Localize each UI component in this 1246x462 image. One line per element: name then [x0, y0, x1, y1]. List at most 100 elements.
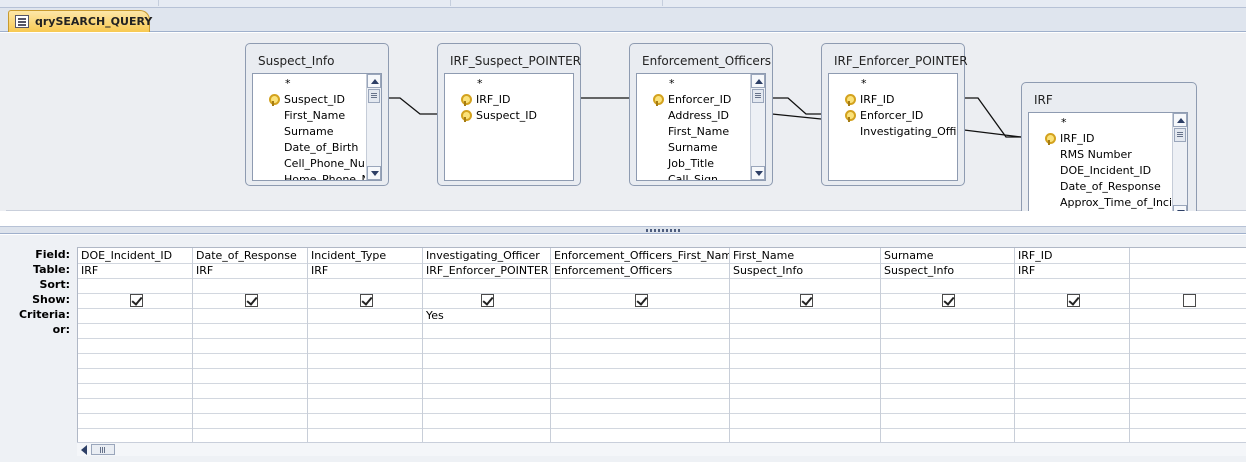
grid-cell-field[interactable]: IRF_ID — [1015, 248, 1130, 263]
grid-cell-or[interactable] — [308, 323, 423, 338]
field-item[interactable]: First_Name — [253, 108, 365, 124]
scroll-up-arrow-icon[interactable] — [751, 74, 765, 88]
field-item[interactable]: * — [445, 76, 573, 92]
field-item[interactable]: Suspect_ID — [445, 108, 573, 124]
table-diagram-pane[interactable]: Suspect_Info * Suspect_ID First_Name Surname… — [0, 33, 1246, 211]
field-list[interactable]: * IRF_ID Enforcer_ID Investigating_Offic — [828, 73, 958, 181]
pane-splitter[interactable] — [0, 226, 1246, 234]
field-item[interactable]: Approx_Time_of_Incid — [1029, 195, 1171, 211]
table-box-irf[interactable]: IRF * IRF_ID RMS Number DOE_Incident_ID Date_… — [1021, 82, 1197, 211]
field-item[interactable]: * — [253, 76, 365, 92]
grid-cell-field[interactable]: Surname — [881, 248, 1015, 263]
grid-cell-criteria[interactable] — [1130, 308, 1246, 323]
grid-cell-or[interactable] — [1015, 323, 1130, 338]
field-list[interactable]: * Enforcer_ID Address_ID First_Name Surname J… — [636, 73, 766, 181]
field-item[interactable]: Enforcer_ID — [829, 108, 957, 124]
grid-cell-or[interactable] — [423, 323, 551, 338]
show-checkbox[interactable] — [635, 294, 648, 307]
scroll-up-arrow-icon[interactable] — [367, 74, 381, 88]
grid-cell-table[interactable]: Suspect_Info — [881, 263, 1015, 278]
field-item[interactable]: Address_ID — [637, 108, 749, 124]
grid-cell-criteria[interactable] — [551, 308, 730, 323]
grid-cell-table[interactable]: IRF — [78, 263, 193, 278]
grid-cell-sort[interactable] — [730, 278, 881, 293]
grid-cell-criteria[interactable] — [193, 308, 308, 323]
field-list-scrollbar[interactable] — [750, 74, 765, 180]
field-item[interactable]: IRF_ID — [1029, 131, 1171, 147]
grid-cell-field[interactable]: Date_of_Response — [193, 248, 308, 263]
grid-cell-field[interactable]: Investigating_Officer — [423, 248, 551, 263]
table-box-irf_enforcer[interactable]: IRF_Enforcer_POINTER * IRF_ID Enforcer_ID In… — [821, 43, 968, 186]
field-item[interactable]: Home_Phone_N — [253, 172, 365, 180]
grid-cell-or[interactable] — [193, 323, 308, 338]
scroll-thumb[interactable] — [752, 89, 764, 103]
scroll-down-arrow-icon[interactable] — [1173, 205, 1187, 211]
scroll-thumb[interactable] — [368, 89, 380, 103]
field-item[interactable]: Investigating_Offic — [829, 124, 957, 140]
field-item[interactable]: Surname — [637, 140, 749, 156]
field-item[interactable]: IRF_ID — [445, 92, 573, 108]
grid-cell-criteria[interactable] — [308, 308, 423, 323]
show-checkbox[interactable] — [800, 294, 813, 307]
table-box-irf_suspect[interactable]: IRF_Suspect_POINTER * IRF_ID Suspect_ID — [437, 43, 581, 186]
show-checkbox[interactable] — [1067, 294, 1080, 307]
show-checkbox[interactable] — [942, 294, 955, 307]
grid-cell-field[interactable]: Enforcement_Officers_First_Name: — [551, 248, 730, 263]
grid-cell-field[interactable]: DOE_Incident_ID — [78, 248, 193, 263]
grid-cell-or[interactable] — [1130, 323, 1246, 338]
field-item[interactable]: Call_Sign — [637, 172, 749, 180]
field-list[interactable]: * Suspect_ID First_Name Surname Date_of_Birt… — [252, 73, 382, 181]
grid-cell-or[interactable] — [730, 323, 881, 338]
grid-cell-criteria[interactable]: Yes — [423, 308, 551, 323]
show-checkbox[interactable] — [130, 294, 143, 307]
field-item[interactable]: * — [829, 76, 957, 92]
field-item[interactable]: Cell_Phone_Nur — [253, 156, 365, 172]
scroll-thumb[interactable] — [91, 444, 115, 455]
scroll-down-arrow-icon[interactable] — [751, 166, 765, 180]
field-item[interactable]: Date_of_Response — [1029, 179, 1171, 195]
grid-cell-sort[interactable] — [881, 278, 1015, 293]
field-item[interactable]: First_Name — [637, 124, 749, 140]
table-box-officers[interactable]: Enforcement_Officers * Enforcer_ID Address_… — [629, 43, 773, 186]
field-item[interactable]: * — [1029, 115, 1171, 131]
grid-cell-or[interactable] — [78, 323, 193, 338]
scroll-down-arrow-icon[interactable] — [367, 166, 381, 180]
grid-cell-table[interactable]: IRF — [1015, 263, 1130, 278]
grid-horizontal-scrollbar[interactable] — [77, 442, 1246, 456]
grid-cell-field[interactable]: First_Name — [730, 248, 881, 263]
grid-cell-criteria[interactable] — [1015, 308, 1130, 323]
grid-cell-sort[interactable] — [193, 278, 308, 293]
field-list[interactable]: * IRF_ID Suspect_ID — [444, 73, 574, 181]
field-item[interactable]: Enforcer_ID — [637, 92, 749, 108]
field-item[interactable]: RMS Number — [1029, 147, 1171, 163]
scroll-thumb[interactable] — [1174, 128, 1186, 142]
grid-cell-sort[interactable] — [78, 278, 193, 293]
tab-qrysearch-query[interactable]: qrySEARCH_QUERY — [8, 10, 152, 32]
grid-cell-sort[interactable] — [1015, 278, 1130, 293]
grid-cell-sort[interactable] — [1130, 278, 1246, 293]
grid-cell-or[interactable] — [551, 323, 730, 338]
grid-cell-table[interactable]: IRF — [193, 263, 308, 278]
grid-cell-criteria[interactable] — [881, 308, 1015, 323]
scroll-left-arrow-icon[interactable] — [79, 444, 90, 455]
grid-cell-criteria[interactable] — [78, 308, 193, 323]
grid-cell-sort[interactable] — [551, 278, 730, 293]
grid-cell-sort[interactable] — [423, 278, 551, 293]
show-checkbox[interactable] — [245, 294, 258, 307]
grid-cell-field[interactable]: Incident_Type — [308, 248, 423, 263]
show-checkbox[interactable] — [360, 294, 373, 307]
scroll-up-arrow-icon[interactable] — [1173, 113, 1187, 127]
table-box-suspect[interactable]: Suspect_Info * Suspect_ID First_Name Surname… — [245, 43, 389, 186]
field-list[interactable]: * IRF_ID RMS Number DOE_Incident_ID Date_of_… — [1028, 112, 1188, 211]
grid-cell-field[interactable] — [1130, 248, 1246, 263]
grid-cell-table[interactable]: IRF_Enforcer_POINTER — [423, 263, 551, 278]
field-item[interactable]: Surname — [253, 124, 365, 140]
field-item[interactable]: * — [637, 76, 749, 92]
field-item[interactable]: Suspect_ID — [253, 92, 365, 108]
field-list-scrollbar[interactable] — [366, 74, 381, 180]
field-item[interactable]: IRF_ID — [829, 92, 957, 108]
grid-cell-table[interactable]: IRF — [308, 263, 423, 278]
grid-cell-criteria[interactable] — [730, 308, 881, 323]
show-checkbox[interactable] — [481, 294, 494, 307]
field-item[interactable]: Job_Title — [637, 156, 749, 172]
